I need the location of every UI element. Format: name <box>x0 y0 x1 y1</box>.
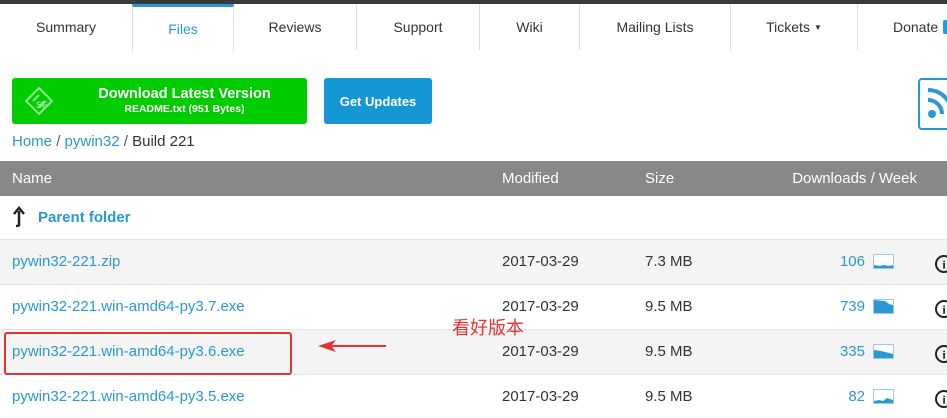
project-tabs: Summary Files Reviews Support Wiki Maili… <box>0 4 947 51</box>
parent-folder-link[interactable]: Parent folder <box>38 209 131 226</box>
tab-tickets[interactable]: Tickets ▼ <box>731 4 858 50</box>
files-table-header: Name Modified Size Downloads / Week <box>0 161 947 196</box>
column-header-downloads[interactable]: Downloads / Week <box>792 170 917 187</box>
rss-feed-button[interactable] <box>918 78 947 130</box>
file-downloads[interactable]: 106 <box>840 253 865 270</box>
tab-label: Wiki <box>516 19 543 35</box>
parent-folder-arrow-icon <box>13 206 25 227</box>
tab-label: Donate <box>893 19 939 35</box>
annotation-text: 看好版本 <box>452 318 524 339</box>
download-title: Download Latest Version <box>98 86 271 102</box>
annotation-arrow-icon <box>318 340 386 352</box>
column-header-size[interactable]: Size <box>645 170 674 187</box>
tab-label: Reviews <box>268 19 322 35</box>
tab-label: Files <box>168 21 198 37</box>
annotation-highlight-box <box>4 332 292 375</box>
column-header-modified[interactable]: Modified <box>502 170 559 187</box>
file-link[interactable]: pywin32-221.win-amd64-py3.5.exe <box>12 388 245 405</box>
download-sparkline-icon <box>873 299 894 314</box>
file-info-icon[interactable]: i <box>934 389 947 409</box>
get-updates-button[interactable]: Get Updates <box>324 78 432 124</box>
tab-wiki[interactable]: Wiki <box>480 4 580 50</box>
svg-text:i: i <box>942 348 946 362</box>
download-sparkline-icon <box>873 254 894 269</box>
download-latest-button[interactable]: SF Download Latest Version README.txt (9… <box>12 78 307 124</box>
download-sparkline-icon <box>873 344 894 359</box>
tab-label: Mailing Lists <box>616 19 694 35</box>
breadcrumb: Home / pywin32 / Build 221 <box>12 133 195 150</box>
rss-icon <box>927 88 947 118</box>
tab-label: Support <box>393 19 443 35</box>
svg-text:i: i <box>942 393 946 407</box>
dropdown-caret-icon: ▼ <box>813 22 822 32</box>
file-info-icon[interactable]: i <box>934 254 947 274</box>
breadcrumb-project-link[interactable]: pywin32 <box>65 133 120 150</box>
file-modified: 2017-03-29 <box>502 253 579 270</box>
tab-summary[interactable]: Summary <box>0 4 133 50</box>
download-sparkline-icon <box>873 389 894 404</box>
file-modified: 2017-03-29 <box>502 388 579 405</box>
breadcrumb-separator: / <box>56 133 61 150</box>
file-info-icon[interactable]: i <box>934 344 947 364</box>
tab-donate[interactable]: Donate <box>858 4 947 50</box>
table-row: pywin32-221.zip 2017-03-29 7.3 MB 106 i <box>0 239 947 284</box>
file-size: 9.5 MB <box>645 343 693 360</box>
tab-label: Summary <box>36 19 96 35</box>
file-downloads[interactable]: 335 <box>840 343 865 360</box>
tab-reviews[interactable]: Reviews <box>234 4 357 50</box>
file-size: 9.5 MB <box>645 388 693 405</box>
tab-files[interactable]: Files <box>132 4 234 51</box>
parent-folder-row[interactable]: Parent folder <box>0 196 947 239</box>
tab-label: Tickets <box>766 19 810 35</box>
table-row: pywin32-221.win-amd64-py3.5.exe 2017-03-… <box>0 374 947 418</box>
svg-text:i: i <box>942 258 946 272</box>
file-size: 7.3 MB <box>645 253 693 270</box>
download-subtitle: README.txt (951 Bytes) <box>124 103 245 115</box>
file-modified: 2017-03-29 <box>502 298 579 315</box>
breadcrumb-separator: / <box>123 133 128 150</box>
file-modified: 2017-03-29 <box>502 343 579 360</box>
column-header-name[interactable]: Name <box>12 170 52 187</box>
file-link[interactable]: pywin32-221.zip <box>12 253 120 270</box>
file-link[interactable]: pywin32-221.win-amd64-py3.7.exe <box>12 298 245 315</box>
breadcrumb-home-link[interactable]: Home <box>12 133 52 150</box>
svg-text:i: i <box>942 303 946 317</box>
donate-icon <box>943 20 947 34</box>
breadcrumb-current: Build 221 <box>132 133 195 150</box>
file-downloads[interactable]: 739 <box>840 298 865 315</box>
file-info-icon[interactable]: i <box>934 299 947 319</box>
tab-mailing-lists[interactable]: Mailing Lists <box>580 4 731 50</box>
sourceforge-logo-icon: SF <box>24 86 54 116</box>
tab-support[interactable]: Support <box>357 4 480 50</box>
file-size: 9.5 MB <box>645 298 693 315</box>
file-downloads[interactable]: 82 <box>848 388 865 405</box>
svg-text:SF: SF <box>36 100 48 110</box>
